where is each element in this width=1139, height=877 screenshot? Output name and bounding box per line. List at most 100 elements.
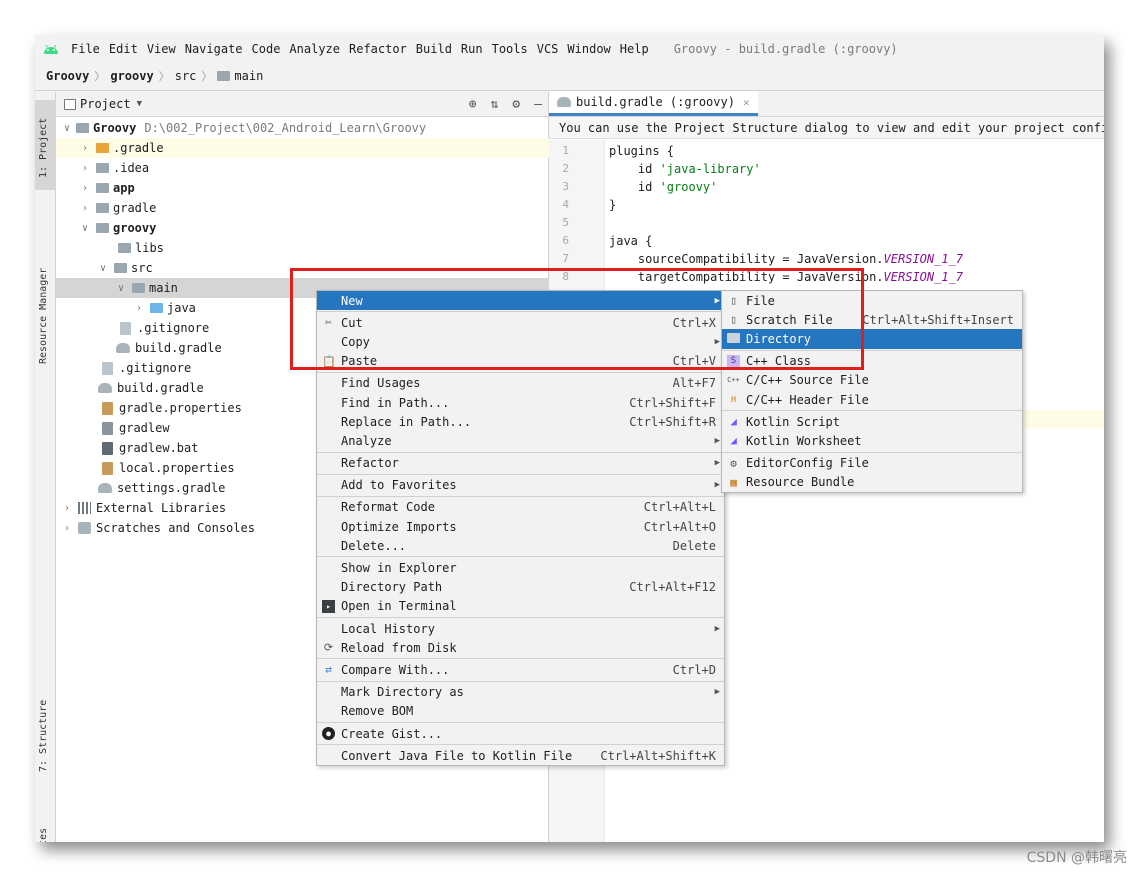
- gear-icon[interactable]: ⚙: [512, 97, 520, 112]
- menu-help[interactable]: Help: [620, 42, 649, 56]
- menu-window[interactable]: Window: [567, 42, 610, 56]
- script-file-icon: [102, 441, 113, 455]
- new-scratch-file-item[interactable]: ▯ Scratch File Ctrl+Alt+Shift+Insert: [722, 310, 1022, 329]
- menu-edit[interactable]: Edit: [109, 42, 138, 56]
- gitignore-file-icon: [120, 321, 131, 335]
- tree-item[interactable]: › gradle: [56, 198, 549, 218]
- new-file-item[interactable]: ▯ File: [722, 291, 1022, 310]
- project-tool-tab-label[interactable]: 1: Project: [38, 118, 49, 178]
- menu-item-paste[interactable]: 📋 Paste Ctrl+V: [317, 352, 724, 371]
- submenu-arrow-icon: ▶: [714, 623, 720, 634]
- tree-item-label: .idea: [113, 161, 150, 175]
- resource-manager-tab[interactable]: Resource Manager: [38, 268, 49, 364]
- chevron-right-icon[interactable]: ›: [78, 183, 92, 194]
- menu-vcs[interactable]: VCS: [537, 42, 559, 56]
- menu-item-copy[interactable]: Copy ▶: [317, 332, 724, 351]
- new-resource-bundle-item[interactable]: ▦ Resource Bundle: [722, 473, 1022, 492]
- tree-item-label: libs: [135, 241, 164, 255]
- tree-item-root[interactable]: ∨ Groovy D:\002_Project\002_Android_Lear…: [56, 118, 549, 138]
- breadcrumb-item[interactable]: groovy: [110, 69, 153, 83]
- chevron-right-icon[interactable]: ›: [132, 303, 146, 314]
- close-icon[interactable]: ✕: [743, 96, 750, 109]
- new-cpp-header-item[interactable]: H C/C++ Header File: [722, 390, 1022, 409]
- new-cpp-source-item[interactable]: C++ C/C++ Source File: [722, 371, 1022, 390]
- gradle-file-icon: [98, 383, 112, 393]
- minimize-icon[interactable]: —: [534, 97, 542, 112]
- menu-item-local-history[interactable]: Local History ▶: [317, 619, 724, 638]
- tree-item[interactable]: ∨ groovy: [56, 218, 549, 238]
- menu-item-reload-from-disk[interactable]: ⟳ Reload from Disk: [317, 638, 724, 657]
- tree-item[interactable]: ∨ src: [56, 258, 549, 278]
- chevron-down-icon[interactable]: ∨: [78, 223, 92, 234]
- menu-item-new[interactable]: New ▶: [317, 291, 724, 311]
- chevron-right-icon[interactable]: ›: [60, 523, 74, 534]
- collapse-all-icon[interactable]: ⇅: [491, 97, 499, 112]
- menu-item-remove-bom[interactable]: Remove BOM: [317, 702, 724, 721]
- menu-item-show-in-explorer[interactable]: Show in Explorer: [317, 558, 724, 577]
- tool-window-strip: 1: Project Resource Manager 7: Structure…: [35, 92, 56, 842]
- menu-item-add-to-favorites[interactable]: Add to Favorites ▶: [317, 476, 724, 495]
- tree-item-label: .gitignore: [137, 321, 210, 335]
- new-kotlin-script-item[interactable]: ◢ Kotlin Script: [722, 412, 1022, 431]
- clipboard-icon: 📋: [322, 354, 336, 368]
- menu-refactor[interactable]: Refactor: [349, 42, 407, 56]
- chevron-right-icon[interactable]: ›: [78, 203, 92, 214]
- tree-item[interactable]: › app: [56, 178, 549, 198]
- menu-run[interactable]: Run: [461, 42, 483, 56]
- menu-item-replace-in-path[interactable]: Replace in Path... Ctrl+Shift+R: [317, 412, 724, 431]
- breadcrumb-item[interactable]: src: [175, 69, 197, 83]
- menu-item-directory-path[interactable]: Directory Path Ctrl+Alt+F12: [317, 578, 724, 597]
- chevron-down-icon[interactable]: ∨: [60, 123, 74, 134]
- menu-code[interactable]: Code: [252, 42, 281, 56]
- tree-item-label: Groovy: [93, 121, 137, 135]
- chevron-right-icon[interactable]: ›: [78, 163, 92, 174]
- line-number: 7: [562, 252, 569, 265]
- tree-item[interactable]: › .gradle: [56, 138, 549, 158]
- new-kotlin-worksheet-item[interactable]: ◢ Kotlin Worksheet: [722, 431, 1022, 450]
- menu-item-convert-java-to-kotlin[interactable]: Convert Java File to Kotlin File Ctrl+Alt…: [317, 746, 724, 765]
- menu-analyze[interactable]: Analyze: [289, 42, 340, 56]
- new-cpp-class-item[interactable]: S C++ Class: [722, 352, 1022, 371]
- breadcrumb-item[interactable]: Groovy: [46, 69, 89, 83]
- menu-item-delete[interactable]: Delete... Delete: [317, 536, 724, 555]
- breadcrumb-item[interactable]: main: [234, 69, 263, 83]
- script-file-icon: [102, 421, 113, 435]
- code-line: targetCompatibility = JavaVersion.VERSIO…: [609, 270, 964, 284]
- menu-tools[interactable]: Tools: [492, 42, 528, 56]
- folder-icon: [114, 263, 127, 273]
- menu-item-analyze[interactable]: Analyze ▶: [317, 431, 724, 450]
- gear-icon: ⚙: [730, 456, 737, 470]
- menu-item-find-in-path[interactable]: Find in Path... Ctrl+Shift+F: [317, 393, 724, 412]
- chevron-down-icon[interactable]: ∨: [96, 263, 110, 274]
- menu-item-create-gist[interactable]: ● Create Gist...: [317, 724, 724, 743]
- new-directory-item[interactable]: Directory: [722, 329, 1022, 349]
- menu-item-mark-directory-as[interactable]: Mark Directory as ▶: [317, 683, 724, 702]
- chevron-down-icon[interactable]: ▼: [137, 99, 142, 109]
- menu-view[interactable]: View: [147, 42, 176, 56]
- editor-tab[interactable]: build.gradle (:groovy) ✕: [549, 91, 758, 116]
- locate-icon[interactable]: ⊕: [469, 97, 477, 112]
- tree-item[interactable]: libs: [56, 238, 549, 258]
- chevron-down-icon[interactable]: ∨: [114, 283, 128, 294]
- menu-item-open-in-terminal[interactable]: ▸ Open in Terminal: [317, 597, 724, 616]
- favorites-tab[interactable]: Favorites: [38, 828, 49, 842]
- menu-file[interactable]: File: [71, 42, 100, 56]
- menu-item-refactor[interactable]: Refactor ▶: [317, 454, 724, 473]
- new-editorconfig-item[interactable]: ⚙ EditorConfig File: [722, 454, 1022, 473]
- structure-tab[interactable]: 7: Structure: [38, 700, 49, 772]
- project-structure-notice[interactable]: You can use the Project Structure dialog…: [549, 117, 1104, 139]
- menu-item-optimize-imports[interactable]: Optimize Imports Ctrl+Alt+O: [317, 517, 724, 536]
- tree-item-label: build.gradle: [135, 341, 222, 355]
- menu-item-compare-with[interactable]: ⇄ Compare With... Ctrl+D: [317, 660, 724, 679]
- menu-item-find-usages[interactable]: Find Usages Alt+F7: [317, 374, 724, 393]
- menu-navigate[interactable]: Navigate: [185, 42, 243, 56]
- menu-item-cut[interactable]: ✂ Cut Ctrl+X: [317, 313, 724, 332]
- compare-icon: ⇄: [325, 663, 332, 677]
- menu-item-reformat-code[interactable]: Reformat Code Ctrl+Alt+L: [317, 498, 724, 517]
- menu-build[interactable]: Build: [416, 42, 452, 56]
- line-number: 5: [562, 216, 569, 229]
- chevron-right-icon[interactable]: ›: [60, 503, 74, 514]
- chevron-right-icon[interactable]: ›: [78, 143, 92, 154]
- tree-item[interactable]: › .idea: [56, 158, 549, 178]
- project-view-selector[interactable]: Project: [80, 97, 131, 111]
